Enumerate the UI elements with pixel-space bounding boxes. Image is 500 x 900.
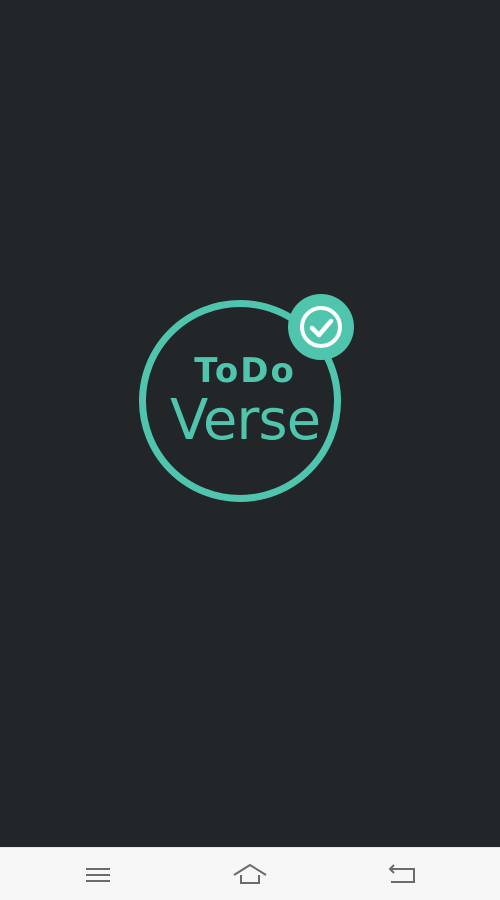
- back-icon[interactable]: [377, 857, 427, 893]
- system-navigation-bar: [0, 847, 500, 900]
- check-circle-icon: [288, 294, 354, 360]
- splash-screen: ToDo Verse: [0, 0, 500, 847]
- logo-word-verse: Verse: [169, 388, 321, 453]
- menu-icon[interactable]: [73, 857, 123, 893]
- home-icon[interactable]: [225, 857, 275, 893]
- app-logo: ToDo Verse: [138, 294, 358, 504]
